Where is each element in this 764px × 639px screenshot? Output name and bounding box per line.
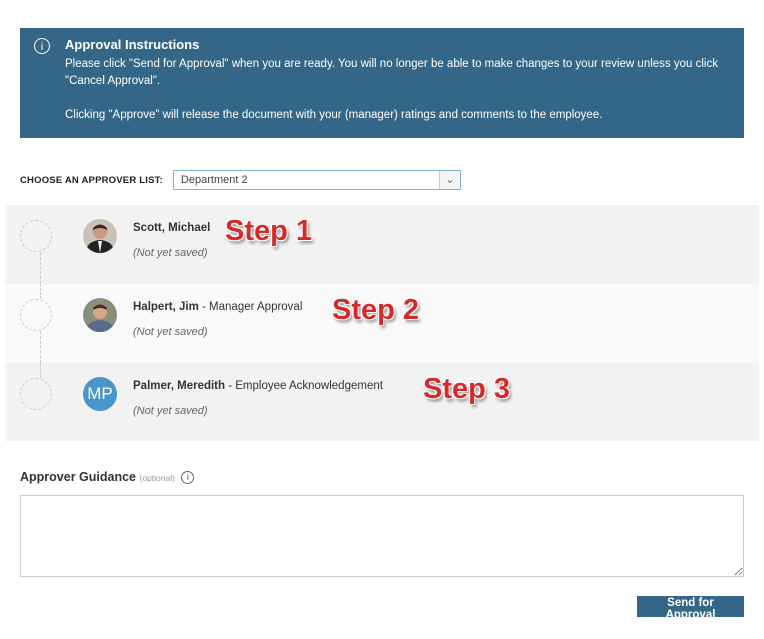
avatar [83, 219, 117, 253]
approver-row: MP Palmer, Meredith - Employee Acknowled… [5, 363, 759, 441]
approval-instructions-banner: i Approval Instructions Please click "Se… [20, 28, 744, 138]
approver-guidance-input[interactable] [20, 495, 744, 577]
step-connector [40, 252, 41, 284]
approver-guidance-label: Approver Guidance (optional) i [20, 470, 195, 485]
approver-list-value: Department 2 [180, 174, 248, 186]
chevron-down-icon[interactable]: ⌄ [438, 171, 460, 189]
step-circle-icon [20, 220, 52, 252]
approver-status: (Not yet saved) [133, 326, 208, 338]
avatar [83, 298, 117, 332]
step-circle-icon [20, 378, 52, 410]
step-annotation: Step 2 [332, 294, 420, 326]
approver-status: (Not yet saved) [133, 247, 208, 259]
step-circle-icon [20, 299, 52, 331]
approver-list-label: CHOOSE AN APPROVER LIST: [20, 174, 163, 186]
approver-name: Scott, Michael [133, 222, 211, 234]
banner-title: Approval Instructions [65, 37, 200, 52]
approver-status: (Not yet saved) [133, 405, 208, 417]
step-annotation: Step 3 [423, 373, 511, 405]
banner-text-2: Clicking "Approve" will release the docu… [65, 109, 603, 121]
send-for-approval-button[interactable]: Send for Approval [637, 596, 744, 621]
banner-text-1: Please click "Send for Approval" when yo… [65, 58, 718, 87]
avatar-initials: MP [83, 377, 117, 411]
approver-list-select[interactable]: Department 2 ⌄ [172, 170, 461, 190]
info-icon: i [34, 38, 50, 54]
step-connector [40, 331, 41, 363]
step-connector [40, 363, 41, 378]
approver-name: Palmer, Meredith - Employee Acknowledgem… [133, 380, 383, 392]
approver-list-chooser: CHOOSE AN APPROVER LIST: Department 2 ⌄ [20, 170, 461, 190]
approver-row: Scott, Michael (Not yet saved) Step 1 [5, 205, 759, 284]
approver-name: Halpert, Jim - Manager Approval [133, 301, 303, 313]
step-connector [40, 284, 41, 299]
info-icon[interactable]: i [181, 471, 195, 485]
step-annotation: Step 1 [225, 215, 313, 247]
approver-row: Halpert, Jim - Manager Approval (Not yet… [5, 284, 759, 363]
